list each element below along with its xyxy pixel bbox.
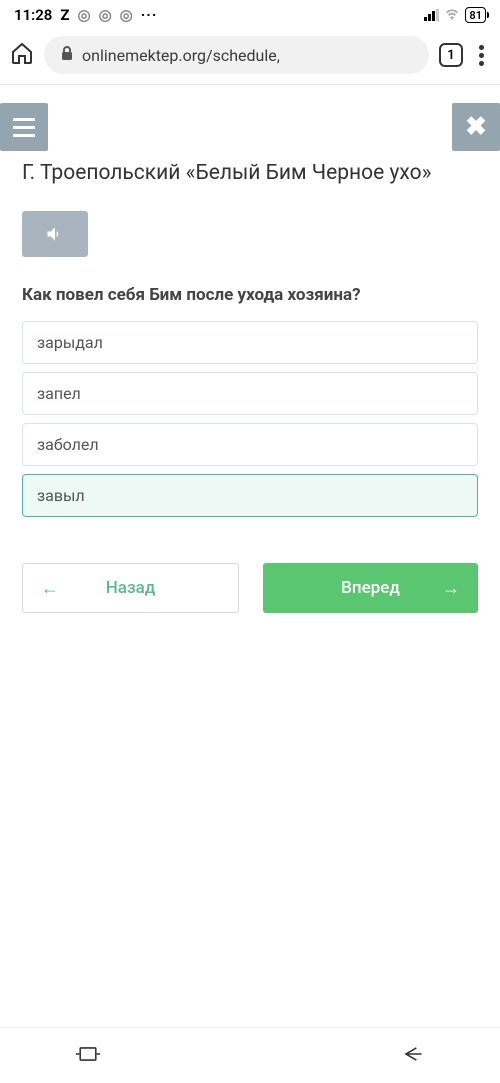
nav-row: ← Назад Вперед → — [22, 563, 478, 613]
status-time: 11:28 — [14, 6, 52, 24]
wifi-icon — [444, 6, 460, 24]
arrow-left-icon: ← — [41, 578, 59, 599]
close-button[interactable]: ✖ — [452, 103, 500, 151]
chrome-icon: ◎ — [77, 6, 90, 24]
back-label: Назад — [106, 578, 156, 598]
page-title: Г. Троепольский «Белый Бим Черное ухо» — [22, 159, 478, 187]
hamburger-icon — [13, 118, 35, 137]
menu-button[interactable] — [0, 103, 48, 151]
browser-bar: onlinemektep.org/schedule, 1 — [0, 28, 500, 85]
url-bar[interactable]: onlinemektep.org/schedule, — [44, 36, 429, 74]
question-text: Как повел себя Бим после ухода хозяина? — [22, 285, 478, 305]
forward-button[interactable]: Вперед → — [263, 563, 478, 613]
chrome-icon: ◎ — [120, 6, 133, 24]
device-nav-bar — [0, 1027, 500, 1083]
chrome-icon: ◎ — [99, 6, 112, 24]
speaker-icon — [44, 224, 66, 244]
browser-menu-button[interactable] — [473, 45, 490, 66]
option-item[interactable]: завыл — [22, 474, 478, 517]
home-icon[interactable] — [10, 41, 34, 69]
option-item[interactable]: заболел — [22, 423, 478, 466]
close-icon: ✖ — [465, 112, 487, 142]
forward-label: Вперед — [341, 578, 400, 598]
back-nav-button[interactable] — [399, 1043, 425, 1069]
more-indicator: ··· — [141, 6, 158, 24]
recent-apps-button[interactable] — [75, 1043, 101, 1069]
option-item[interactable]: запел — [22, 372, 478, 415]
option-item[interactable]: зарыдал — [22, 321, 478, 364]
audio-button[interactable] — [22, 211, 88, 257]
status-bar: 11:28 Z ◎ ◎ ◎ ··· 81 — [0, 0, 500, 28]
battery-icon: 81 — [465, 7, 486, 23]
signal-icon — [424, 9, 439, 21]
url-text: onlinemektep.org/schedule, — [82, 46, 280, 65]
lock-icon — [60, 45, 74, 65]
tabs-button[interactable]: 1 — [439, 43, 463, 67]
arrow-right-icon: → — [442, 578, 460, 599]
status-app-indicator: Z — [60, 6, 69, 24]
options-list: зарыдал запел заболел завыл — [22, 321, 478, 517]
page-content: ✖ Г. Троепольский «Белый Бим Черное ухо»… — [0, 85, 500, 1027]
back-button[interactable]: ← Назад — [22, 563, 239, 613]
